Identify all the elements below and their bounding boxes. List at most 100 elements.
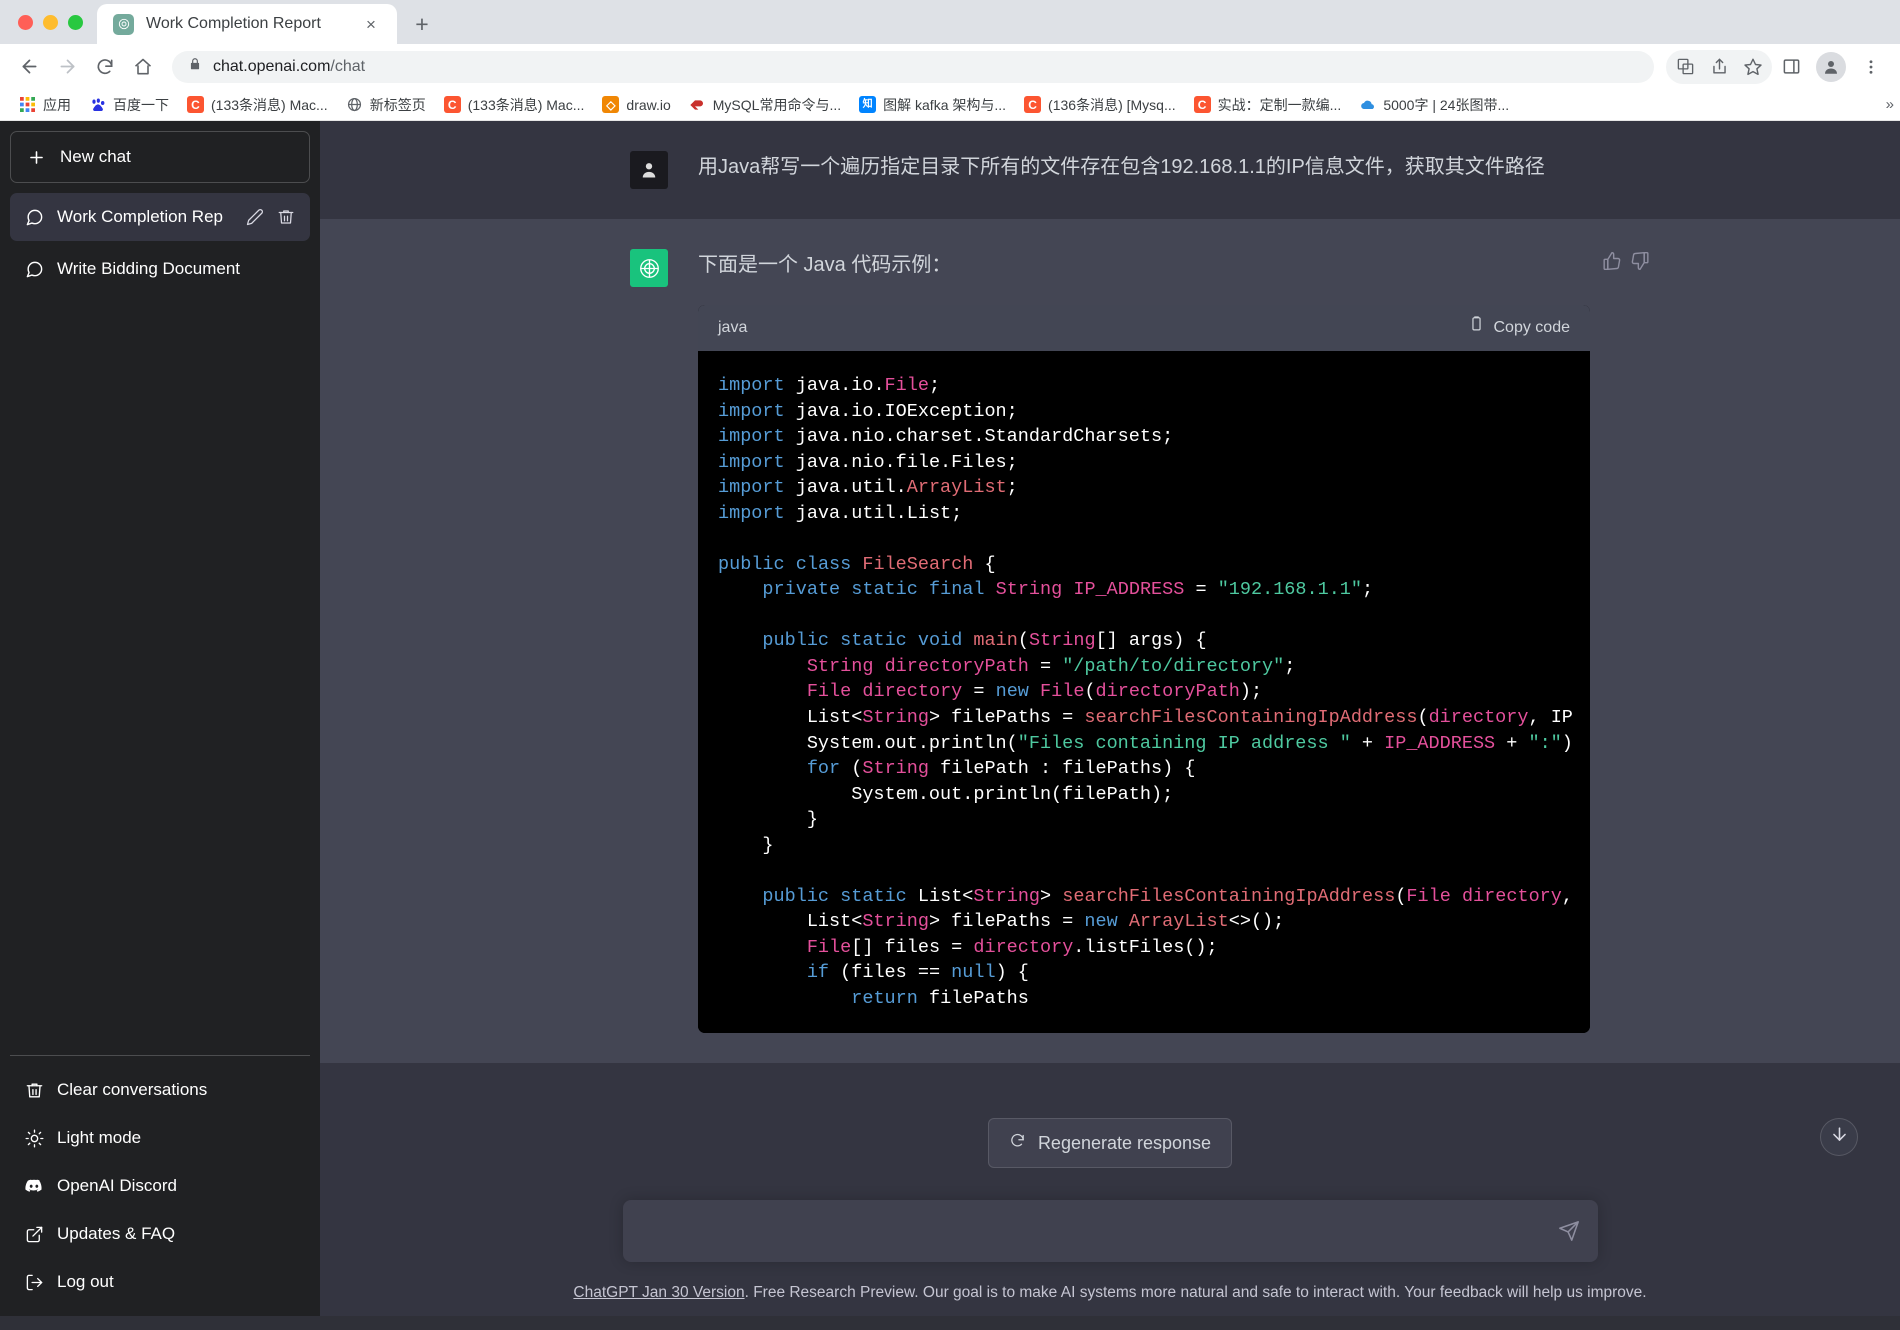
tab-strip: Work Completion Report × + — [0, 0, 1900, 44]
toolbar-right-actions — [1666, 49, 1888, 84]
conversation-item-write-bidding-document[interactable]: Write Bidding Document — [10, 245, 310, 293]
code-line: System.out.println(filePath); — [718, 783, 1174, 805]
code-line: import java.io.File; — [718, 375, 941, 397]
zhihu-icon: 知 — [859, 96, 877, 113]
sidebar-item-clear-conversations[interactable]: Clear conversations — [10, 1066, 310, 1114]
code-line: import java.nio.charset.StandardCharsets… — [718, 426, 1174, 448]
regenerate-response-button[interactable]: Regenerate response — [987, 1118, 1233, 1168]
csdn-icon: C — [443, 96, 461, 113]
code-line: File[] files = directory.listFiles(); — [806, 936, 1218, 958]
bookmark-item[interactable]: 应用 — [10, 92, 80, 118]
bookmark-label: 实战：定制一款编... — [1217, 96, 1342, 113]
trash-icon[interactable] — [276, 207, 296, 227]
footer-rest-text: . Free Research Preview. Our goal is to … — [744, 1284, 1647, 1301]
code-line: import java.util.ArrayList; — [718, 477, 1018, 499]
code-line: import java.nio.file.Files; — [718, 451, 1018, 473]
bookmark-item[interactable]: 5000字 | 24张图带... — [1350, 92, 1518, 118]
version-link[interactable]: ChatGPT Jan 30 Version — [573, 1284, 744, 1301]
bookmark-item[interactable]: 百度一下 — [80, 92, 178, 118]
refresh-icon — [1009, 1132, 1026, 1154]
sidebar: New chat Work Completion Rep Write Biddi… — [0, 121, 320, 1316]
tab-title: Work Completion Report — [146, 15, 321, 32]
bookmarks-overflow-icon[interactable]: » — [1886, 96, 1894, 113]
message-input[interactable] — [642, 1220, 1543, 1242]
mysql-icon — [689, 96, 706, 113]
profile-avatar-icon[interactable] — [1816, 51, 1846, 82]
bookmark-item[interactable]: C 实战：定制一款编... — [1185, 92, 1351, 118]
conversation-item-work-completion-rep[interactable]: Work Completion Rep — [10, 193, 310, 241]
code-line: import java.io.IOException; — [718, 400, 1018, 422]
code-content[interactable]: import java.io.File; import java.io.IOExc… — [698, 351, 1590, 1034]
clipboard-icon — [1468, 315, 1485, 341]
home-icon[interactable] — [126, 50, 160, 84]
code-line: public static List<String> searchFilesCo… — [762, 885, 1573, 907]
external-link-icon — [24, 1224, 44, 1244]
close-icon[interactable]: × — [359, 12, 383, 36]
user-message: 用Java帮写一个遍历指定目录下所有的文件存在包含192.168.1.1的IP信… — [320, 121, 1900, 219]
bookmark-item[interactable]: C (133条消息) Mac... — [178, 92, 337, 118]
scroll-to-bottom-button[interactable] — [1820, 1118, 1858, 1156]
sidebar-item-label: Clear conversations — [57, 1080, 208, 1099]
bookmark-label: 图解 kafka 架构与... — [883, 96, 1007, 113]
thumbs-down-icon[interactable] — [1630, 251, 1650, 276]
assistant-message: 下面是一个 Java 代码示例： java Copy code import j… — [320, 219, 1900, 1064]
sidebar-item-light-mode[interactable]: Light mode — [10, 1114, 310, 1162]
code-line: List<String> filePaths = searchFilesCont… — [718, 707, 1573, 728]
code-block: java Copy code import java.io.File; impor… — [698, 305, 1590, 1034]
code-line: private static final String IP_ADDRESS =… — [762, 579, 1374, 601]
star-icon[interactable] — [1736, 50, 1770, 84]
sidebar-item-openai-discord[interactable]: OpenAI Discord — [10, 1162, 310, 1210]
bookmark-label: MySQL常用命令与... — [712, 96, 842, 113]
browser-tab[interactable]: Work Completion Report × — [97, 4, 397, 44]
back-arrow-icon[interactable] — [12, 50, 46, 84]
three-dot-menu-icon[interactable] — [1854, 50, 1888, 84]
forward-arrow-icon[interactable] — [50, 50, 84, 84]
bookmark-item[interactable]: C (133条消息) Mac... — [435, 92, 594, 118]
bookmark-label: 百度一下 — [113, 96, 169, 113]
discord-icon — [24, 1176, 44, 1196]
code-line: } — [718, 809, 818, 831]
message-composer[interactable] — [622, 1200, 1598, 1262]
thumbs-up-icon[interactable] — [1602, 251, 1622, 276]
minimize-window-button[interactable] — [43, 14, 58, 30]
logout-icon — [24, 1272, 44, 1292]
chat-bubble-icon — [24, 207, 44, 227]
code-line: return filePaths — [851, 987, 1029, 1009]
code-line: List<String> filePaths = new ArrayList<>… — [718, 911, 1285, 933]
code-line: System.out.println("Files containing IP … — [718, 732, 1573, 754]
bookmark-label: (133条消息) Mac... — [211, 96, 328, 113]
globe-icon — [346, 96, 363, 113]
new-chat-button[interactable]: New chat — [10, 131, 310, 183]
csdn-icon: C — [1024, 96, 1042, 113]
sidebar-item-updates-and-faq[interactable]: Updates & FAQ — [10, 1210, 310, 1258]
pencil-icon[interactable] — [245, 207, 265, 227]
copy-code-button[interactable]: Copy code — [1468, 315, 1571, 341]
close-window-button[interactable] — [18, 14, 33, 30]
send-paper-plane-icon[interactable] — [1558, 1220, 1580, 1242]
maximize-window-button[interactable] — [68, 14, 83, 30]
os-bottom-bar — [0, 1316, 1900, 1330]
bookmark-item[interactable]: MySQL常用命令与... — [680, 92, 850, 118]
bookmark-item[interactable]: ◇ draw.io — [593, 93, 679, 116]
reload-icon[interactable] — [88, 50, 122, 84]
copy-code-label: Copy code — [1493, 319, 1571, 337]
composer-area: ChatGPT Jan 30 Version. Free Research Pr… — [320, 1200, 1900, 1316]
chatgpt-app: New chat Work Completion Rep Write Biddi… — [0, 121, 1900, 1316]
bookmark-label: 新标签页 — [369, 96, 426, 113]
assistant-intro-text: 下面是一个 Java 代码示例： — [698, 254, 952, 276]
bookmark-item[interactable]: 知图解 kafka 架构与... — [850, 92, 1015, 118]
sidebar-item-log-out[interactable]: Log out — [10, 1258, 310, 1306]
translate-icon[interactable] — [1668, 50, 1702, 84]
bookmark-label: draw.io — [626, 96, 671, 113]
address-bar[interactable]: chat.openai.com/chat — [172, 50, 1654, 83]
bookmark-item[interactable]: C (136条消息) [Mysq... — [1015, 92, 1185, 118]
footer-disclaimer: ChatGPT Jan 30 Version. Free Research Pr… — [573, 1284, 1646, 1302]
share-icon[interactable] — [1702, 50, 1736, 84]
new-tab-button[interactable]: + — [405, 7, 439, 41]
assistant-avatar-icon — [630, 249, 668, 287]
bookmark-item[interactable]: 新标签页 — [337, 92, 435, 118]
side-panel-icon[interactable] — [1774, 50, 1808, 84]
code-language-label: java — [718, 319, 748, 337]
code-line: for (String filePath : filePaths) { — [806, 758, 1196, 780]
